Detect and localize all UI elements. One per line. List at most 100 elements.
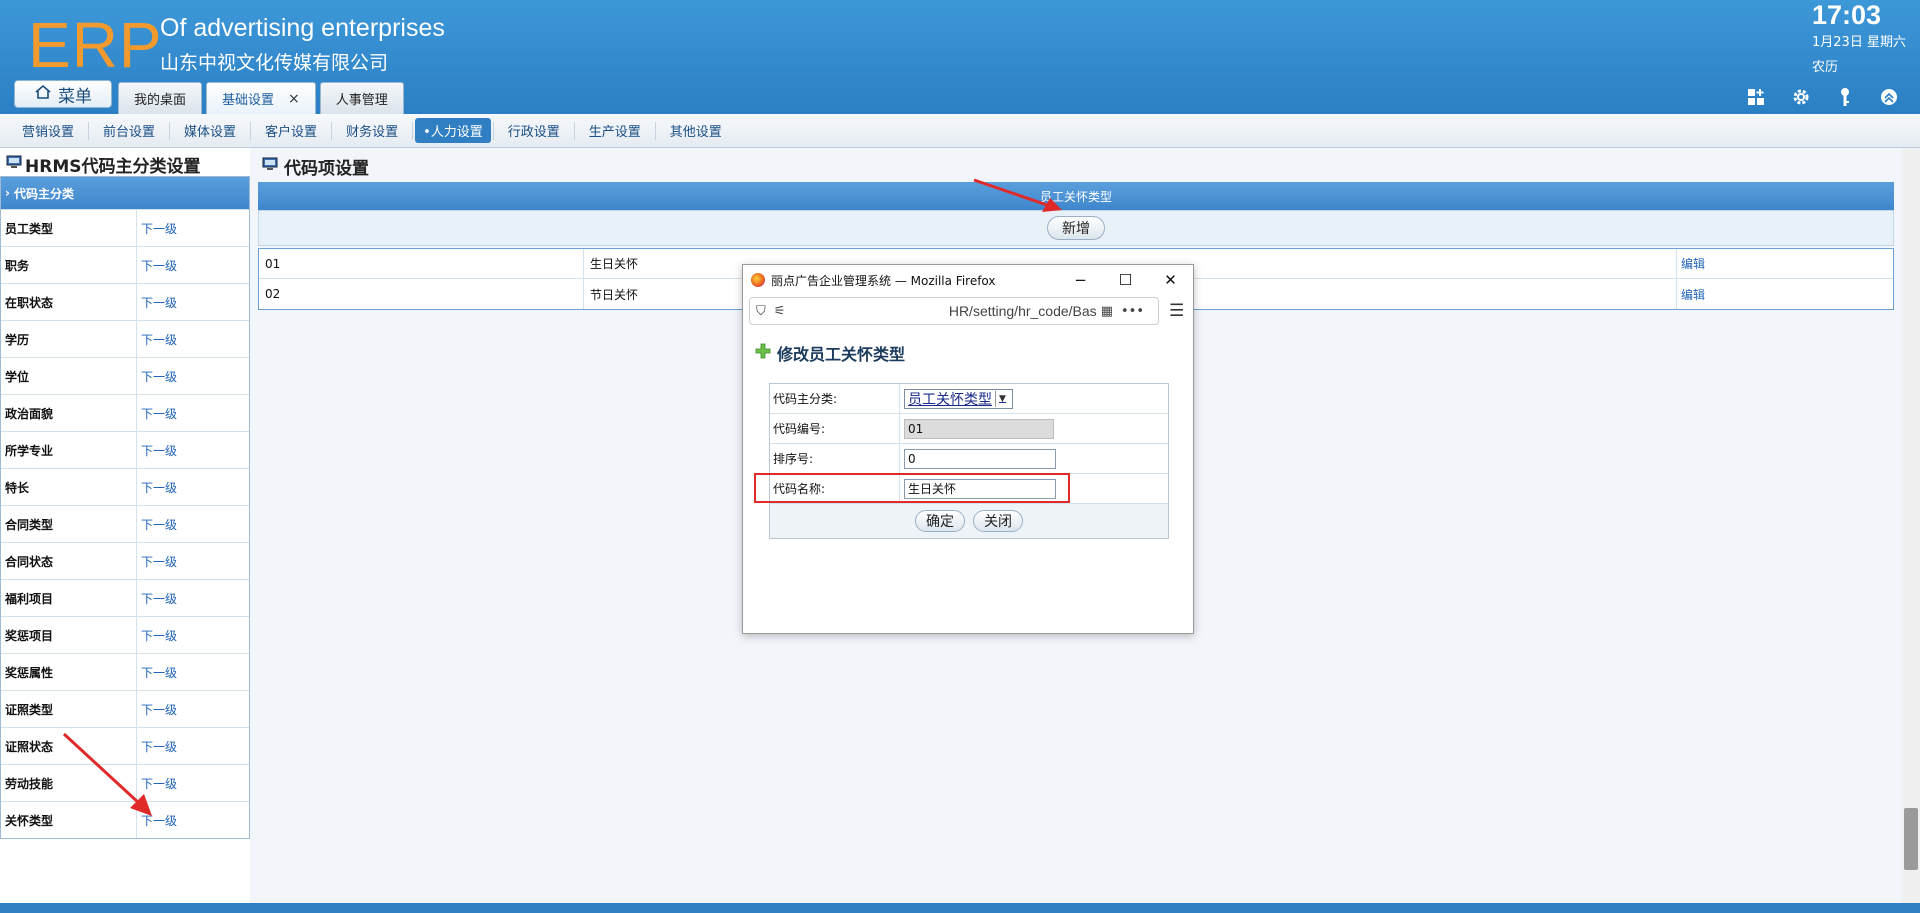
form-actions: 确定 关闭 bbox=[770, 504, 1168, 538]
monitor-icon bbox=[6, 154, 22, 175]
main-panel-title-text: 代码项设置 bbox=[284, 159, 369, 179]
category-row: 劳动技能 下一级 bbox=[1, 764, 249, 801]
subnav-item-other[interactable]: 其他设置 bbox=[658, 118, 734, 143]
next-level-link[interactable]: 下一级 bbox=[137, 395, 177, 431]
edit-popup-window: 丽点广告企业管理系统 — Mozilla Firefox − ☐ ✕ ⛉ ⚟ H… bbox=[742, 264, 1194, 634]
next-level-link[interactable]: 下一级 bbox=[137, 247, 177, 283]
next-level-link[interactable]: 下一级 bbox=[137, 691, 177, 727]
edit-link[interactable]: 编辑 bbox=[1677, 249, 1705, 278]
form-row-category: 代码主分类: 员工关怀类型 ▼ bbox=[770, 384, 1168, 414]
category-row: 员工类型 下一级 bbox=[1, 209, 249, 246]
company-name-cn: 山东中视文化传媒有限公司 bbox=[160, 52, 389, 74]
category-row: 福利项目 下一级 bbox=[1, 579, 249, 616]
grid-add-icon[interactable] bbox=[1746, 86, 1768, 108]
next-level-link[interactable]: 下一级 bbox=[137, 358, 177, 394]
category-label: 代码主分类: bbox=[770, 384, 900, 413]
category-row: 证照类型 下一级 bbox=[1, 690, 249, 727]
subnav-item-media[interactable]: 媒体设置 bbox=[172, 118, 248, 143]
category-name: 奖惩项目 bbox=[1, 617, 137, 653]
monitor-icon bbox=[262, 156, 278, 177]
subnav-item-customer[interactable]: 客户设置 bbox=[253, 118, 329, 143]
hamburger-menu-icon[interactable]: ☰ bbox=[1169, 301, 1184, 321]
next-level-link[interactable]: 下一级 bbox=[137, 210, 177, 246]
chevron-down-icon: ▼ bbox=[995, 390, 1009, 407]
order-input[interactable]: 0 bbox=[904, 448, 1056, 469]
next-level-link[interactable]: 下一级 bbox=[137, 580, 177, 616]
subnav-item-hr[interactable]: •人力设置 bbox=[415, 118, 491, 143]
subnav-item-admin[interactable]: 行政设置 bbox=[496, 118, 572, 143]
key-icon[interactable] bbox=[1834, 86, 1856, 108]
order-label: 排序号: bbox=[770, 444, 900, 473]
next-level-link[interactable]: 下一级 bbox=[137, 765, 177, 801]
tab-close-icon[interactable]: × bbox=[288, 91, 300, 107]
next-level-link[interactable]: 下一级 bbox=[137, 284, 177, 320]
popup-window-title: 丽点广告企业管理系统 — Mozilla Firefox bbox=[771, 273, 996, 288]
minimize-icon[interactable]: − bbox=[1058, 271, 1103, 289]
subnav-item-frontdesk[interactable]: 前台设置 bbox=[91, 118, 167, 143]
tab-basic-settings[interactable]: 基础设置 × bbox=[206, 82, 316, 114]
category-select-value: 员工关怀类型 bbox=[908, 391, 992, 408]
lunar-calendar-link[interactable]: 农历 bbox=[1812, 56, 1838, 75]
add-button[interactable]: 新增 bbox=[1047, 216, 1105, 240]
category-row: 合同状态 下一级 bbox=[1, 542, 249, 579]
category-name: 职务 bbox=[1, 247, 137, 283]
category-row: 学历 下一级 bbox=[1, 320, 249, 357]
next-level-link[interactable]: 下一级 bbox=[137, 728, 177, 764]
form-row-code: 代码编号: 01 bbox=[770, 414, 1168, 444]
category-row: 奖惩项目 下一级 bbox=[1, 616, 249, 653]
next-level-link[interactable]: 下一级 bbox=[137, 617, 177, 653]
tab-label: 基础设置 bbox=[222, 93, 275, 108]
next-level-link[interactable]: 下一级 bbox=[137, 432, 177, 468]
url-bar[interactable]: ⛉ ⚟ HR/setting/hr_code/Bas ▦ ••• bbox=[749, 297, 1159, 325]
maximize-icon[interactable]: ☐ bbox=[1103, 271, 1148, 289]
bottom-status-bar bbox=[0, 903, 1920, 913]
close-button[interactable]: 关闭 bbox=[973, 510, 1023, 532]
next-level-link[interactable]: 下一级 bbox=[137, 543, 177, 579]
main-menu-button[interactable]: 菜单 bbox=[14, 80, 112, 108]
settings-subnav: 营销设置 前台设置 媒体设置 客户设置 财务设置 •人力设置 行政设置 生产设置… bbox=[0, 114, 1920, 148]
category-name: 所学专业 bbox=[1, 432, 137, 468]
category-row: 政治面貌 下一级 bbox=[1, 394, 249, 431]
shield-icon: ⛉ bbox=[756, 303, 766, 319]
tab-hr-management[interactable]: 人事管理 bbox=[319, 82, 404, 114]
app-header: ERP Of advertising enterprises 山东中视文化传媒有… bbox=[0, 0, 1920, 114]
next-level-link[interactable]: 下一级 bbox=[137, 802, 177, 838]
divider bbox=[169, 121, 171, 140]
popup-titlebar: 丽点广告企业管理系统 — Mozilla Firefox − ☐ ✕ bbox=[743, 265, 1193, 295]
category-select[interactable]: 员工关怀类型 ▼ bbox=[904, 388, 1013, 409]
chevron-up-icon[interactable] bbox=[1878, 86, 1900, 108]
next-level-link[interactable]: 下一级 bbox=[137, 654, 177, 690]
subnav-item-production[interactable]: 生产设置 bbox=[577, 118, 653, 143]
category-name: 合同状态 bbox=[1, 543, 137, 579]
category-name: 福利项目 bbox=[1, 580, 137, 616]
more-icon[interactable]: ••• bbox=[1121, 304, 1144, 319]
subnav-item-finance[interactable]: 财务设置 bbox=[334, 118, 410, 143]
divider bbox=[412, 121, 414, 140]
next-level-link[interactable]: 下一级 bbox=[137, 506, 177, 542]
confirm-button[interactable]: 确定 bbox=[915, 510, 965, 532]
popup-form-title-text: 修改员工关怀类型 bbox=[777, 345, 906, 364]
url-text: HR/setting/hr_code/Bas bbox=[948, 303, 1097, 319]
category-value: 员工关怀类型 ▼ bbox=[900, 384, 1013, 413]
category-rows: 员工类型 下一级 职务 下一级 在职状态 下一级 学历 下一级 学位 下一级 政治面貌 下一级 所学专业… bbox=[1, 209, 249, 838]
gear-icon[interactable] bbox=[1790, 86, 1812, 108]
divider bbox=[331, 121, 333, 140]
plus-icon bbox=[755, 343, 771, 363]
edit-form: 代码主分类: 员工关怀类型 ▼ 代码编号: 01 排序号: 0 代码名称: 生日… bbox=[769, 383, 1169, 539]
page-scrollbar[interactable] bbox=[1902, 148, 1920, 903]
category-row: 证照状态 下一级 bbox=[1, 727, 249, 764]
scrollbar-thumb[interactable] bbox=[1904, 808, 1918, 870]
code-value: 01 bbox=[900, 414, 1054, 443]
subnav-item-marketing[interactable]: 营销设置 bbox=[10, 118, 86, 143]
top-tabs: 我的桌面 基础设置 × 人事管理 bbox=[118, 82, 404, 114]
next-level-link[interactable]: 下一级 bbox=[137, 469, 177, 505]
edit-link[interactable]: 编辑 bbox=[1677, 279, 1705, 309]
next-level-link[interactable]: 下一级 bbox=[137, 321, 177, 357]
popup-form-title: 修改员工关怀类型 bbox=[755, 341, 905, 365]
tab-desktop[interactable]: 我的桌面 bbox=[118, 82, 203, 114]
home-icon bbox=[34, 83, 52, 106]
tab-label: 人事管理 bbox=[335, 93, 388, 108]
code-items-toolbar: 新增 bbox=[258, 210, 1894, 246]
category-name: 证照状态 bbox=[1, 728, 137, 764]
close-icon[interactable]: ✕ bbox=[1148, 271, 1193, 289]
